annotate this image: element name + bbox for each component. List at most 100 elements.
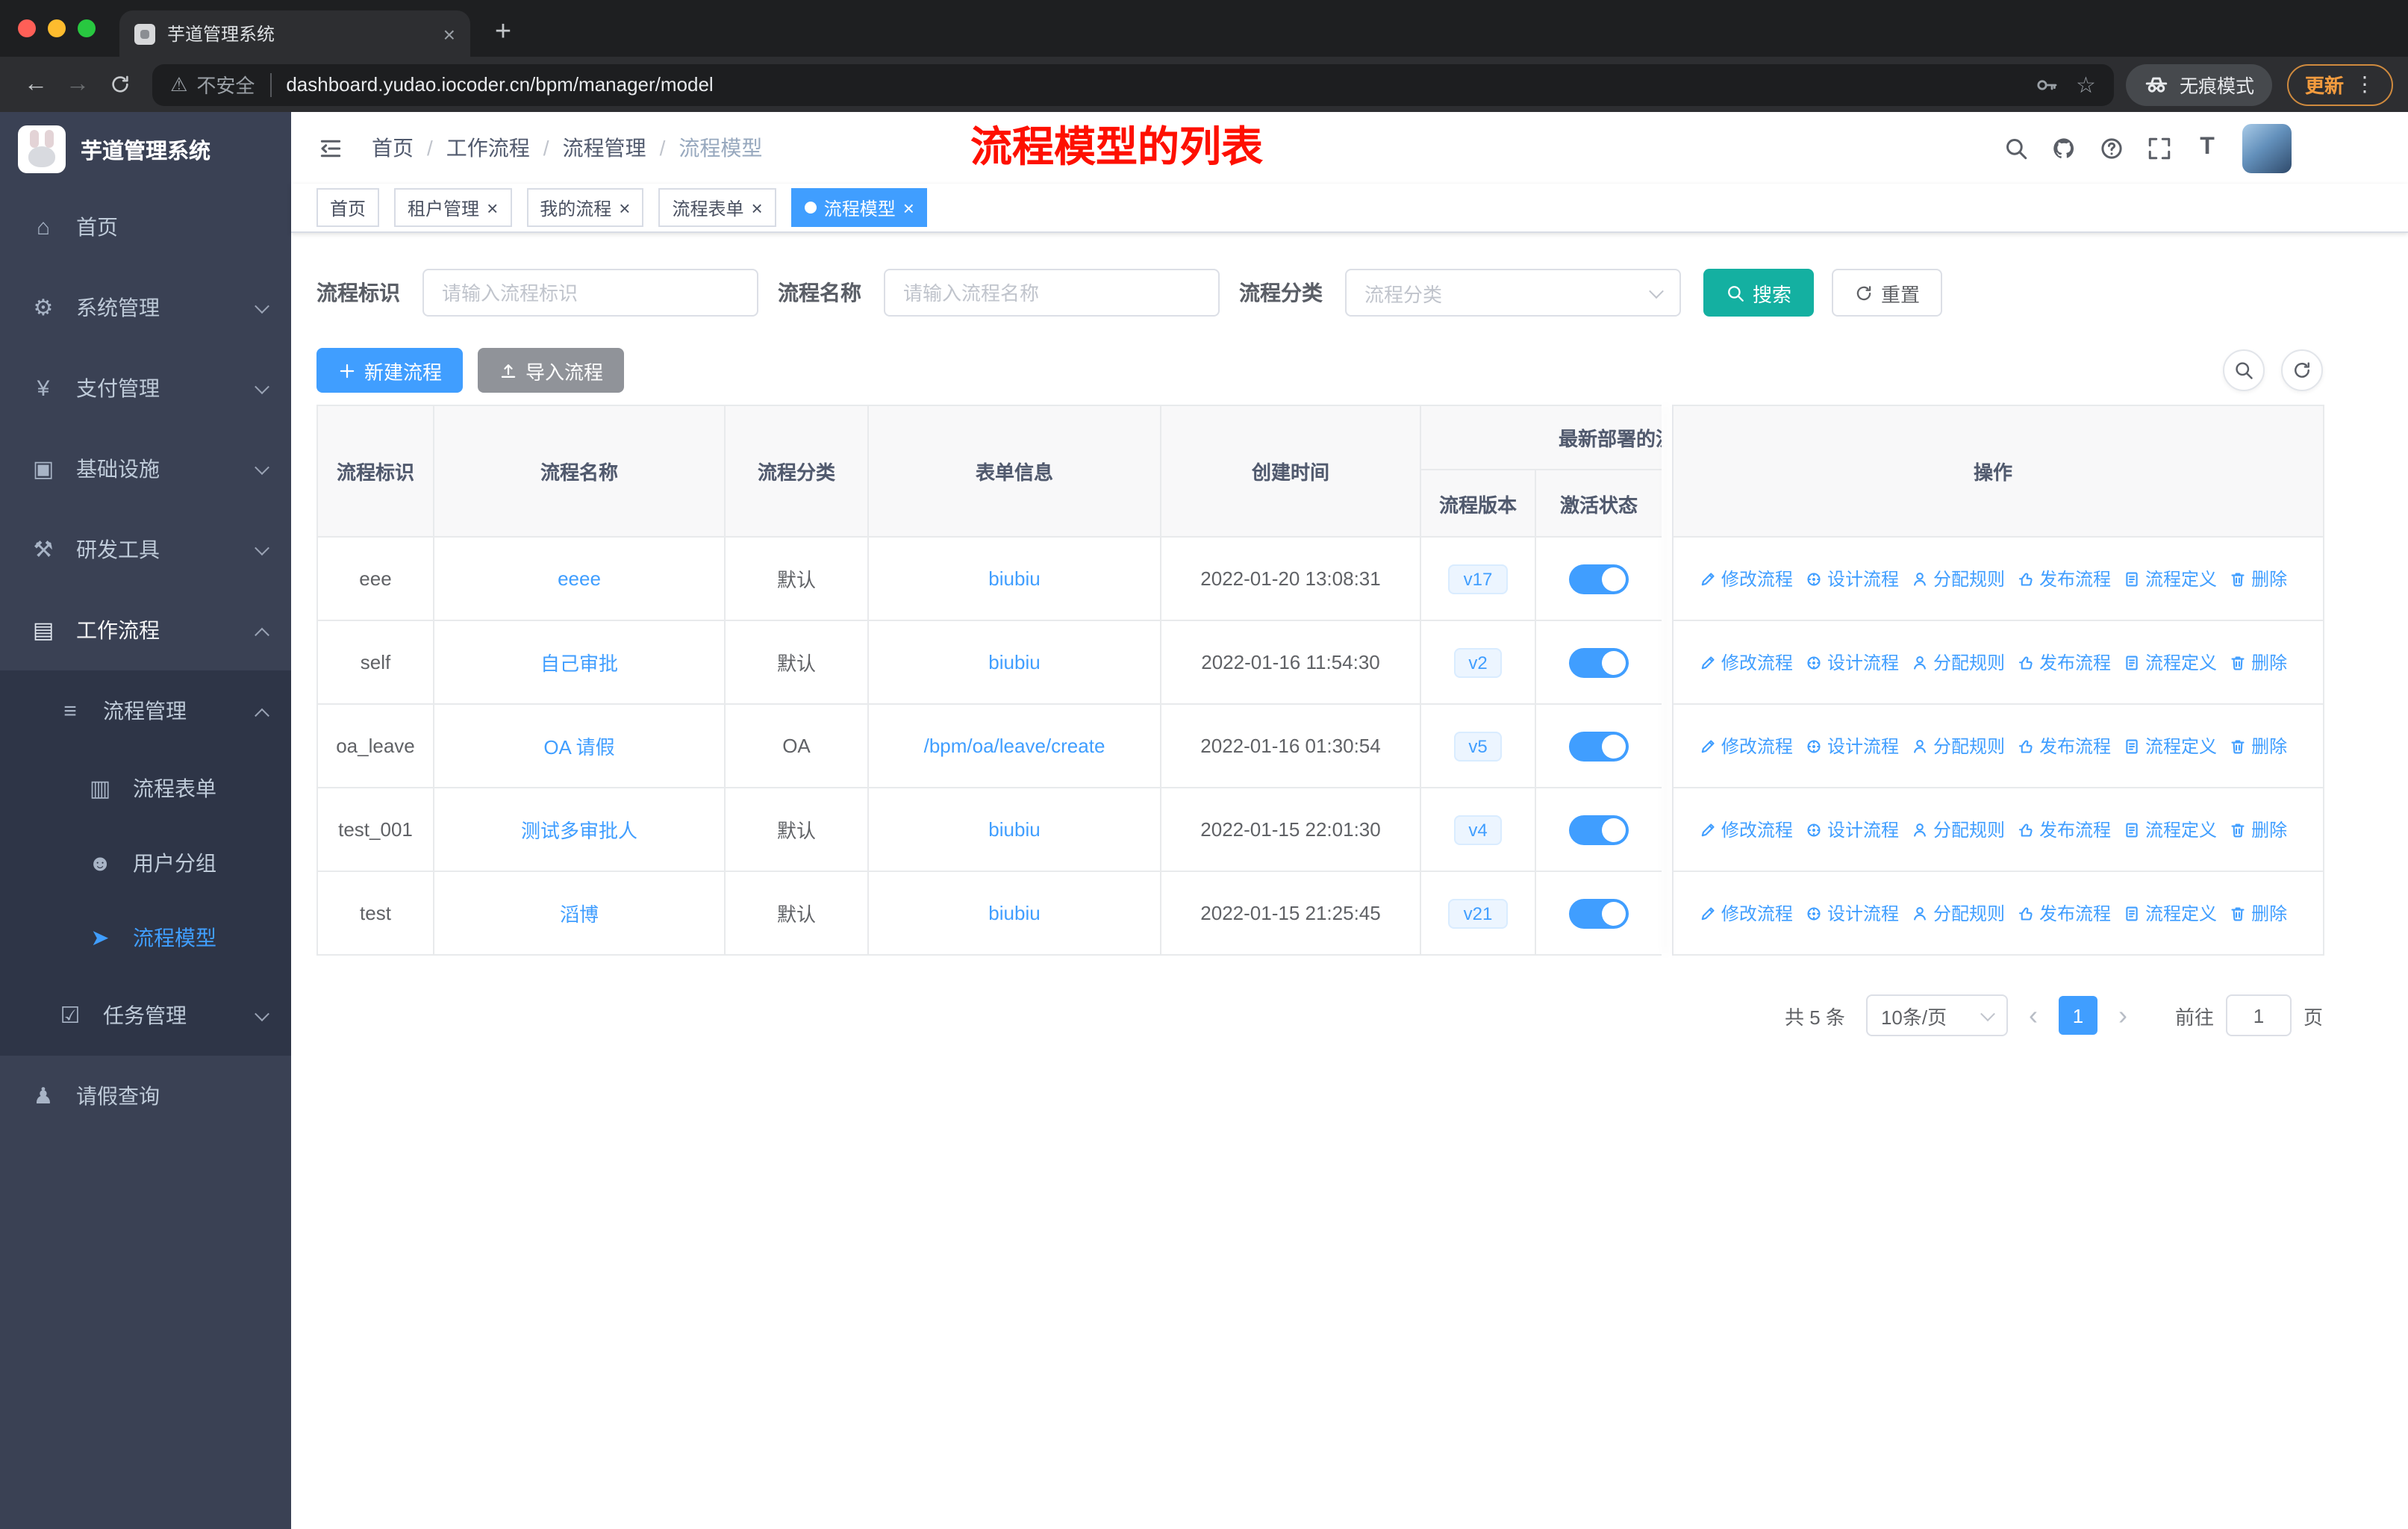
page-size-select[interactable]: 10条/页 xyxy=(1865,994,2008,1036)
action-assign-link[interactable]: 分配规则 xyxy=(1911,650,2005,675)
breadcrumb-home[interactable]: 首页 xyxy=(372,133,414,163)
action-design-link[interactable]: 设计流程 xyxy=(1805,733,1899,759)
tag-process-form[interactable]: 流程表单 × xyxy=(658,188,776,227)
action-publish-link[interactable]: 发布流程 xyxy=(2017,733,2111,759)
refresh-table-button[interactable] xyxy=(2281,349,2323,391)
prev-page-button[interactable]: ‹ xyxy=(2029,1000,2038,1031)
app-logo[interactable]: 芋道管理系统 xyxy=(0,112,291,187)
password-key-icon[interactable] xyxy=(2034,72,2058,96)
sidebar-item-infra[interactable]: ▣ 基础设施 xyxy=(0,429,291,509)
tag-tenant-mgmt[interactable]: 租户管理 × xyxy=(394,188,512,227)
create-process-button[interactable]: 新建流程 xyxy=(316,348,464,393)
window-zoom-button[interactable] xyxy=(78,19,96,37)
action-design-link[interactable]: 设计流程 xyxy=(1805,900,1899,926)
form-info-link[interactable]: biubiu xyxy=(988,567,1040,590)
action-delete-link[interactable]: 删除 xyxy=(2229,566,2287,591)
user-avatar[interactable] xyxy=(2242,123,2292,172)
action-delete-link[interactable]: 删除 xyxy=(2229,650,2287,675)
reload-icon[interactable] xyxy=(99,63,140,105)
form-info-link[interactable]: biubiu xyxy=(988,651,1040,673)
action-delete-link[interactable]: 删除 xyxy=(2229,900,2287,926)
tag-close-icon[interactable]: × xyxy=(903,198,914,217)
forward-icon[interactable]: → xyxy=(57,63,99,105)
process-name-link[interactable]: eeee xyxy=(558,567,601,590)
sidebar-item-process-model[interactable]: ➤ 流程模型 xyxy=(0,900,291,975)
github-icon[interactable] xyxy=(2051,135,2077,161)
process-name-input[interactable] xyxy=(884,269,1220,317)
browser-tab[interactable]: 芋道管理系统 × xyxy=(119,10,470,57)
address-bar[interactable]: ⚠ 不安全 dashboard.yudao.iocoder.cn/bpm/man… xyxy=(152,63,2114,105)
goto-page-input[interactable] xyxy=(2225,994,2292,1036)
form-info-link[interactable]: /bpm/oa/leave/create xyxy=(924,735,1105,757)
sidebar-item-home[interactable]: ⌂ 首页 xyxy=(0,187,291,267)
sidebar-item-task-mgmt[interactable]: ☑ 任务管理 xyxy=(0,975,291,1056)
sidebar-item-system[interactable]: ⚙ 系统管理 xyxy=(0,267,291,348)
action-edit-link[interactable]: 修改流程 xyxy=(1699,566,1793,591)
tag-my-process[interactable]: 我的流程 × xyxy=(526,188,644,227)
update-button[interactable]: 更新 ⋮ xyxy=(2286,63,2393,105)
process-name-link[interactable]: OA 请假 xyxy=(543,736,614,759)
action-edit-link[interactable]: 修改流程 xyxy=(1699,650,1793,675)
tag-home[interactable]: 首页 xyxy=(316,188,380,227)
action-design-link[interactable]: 设计流程 xyxy=(1805,817,1899,842)
sidebar-item-devtools[interactable]: ⚒ 研发工具 xyxy=(0,509,291,590)
sidebar-item-payment[interactable]: ¥ 支付管理 xyxy=(0,348,291,429)
action-assign-link[interactable]: 分配规则 xyxy=(1911,817,2005,842)
help-icon[interactable] xyxy=(2099,135,2124,161)
form-info-link[interactable]: biubiu xyxy=(988,818,1040,841)
bookmark-star-icon[interactable]: ☆ xyxy=(2076,71,2096,98)
font-size-icon[interactable]: T xyxy=(2195,134,2220,161)
fullscreen-icon[interactable] xyxy=(2147,135,2172,161)
process-name-link[interactable]: 测试多审批人 xyxy=(521,820,637,842)
tag-process-model[interactable]: 流程模型 × xyxy=(790,188,928,227)
window-minimize-button[interactable] xyxy=(48,19,66,37)
search-icon[interactable] xyxy=(2003,135,2029,161)
action-publish-link[interactable]: 发布流程 xyxy=(2017,650,2111,675)
action-design-link[interactable]: 设计流程 xyxy=(1805,650,1899,675)
tag-close-icon[interactable]: × xyxy=(487,198,498,217)
action-design-link[interactable]: 设计流程 xyxy=(1805,566,1899,591)
action-assign-link[interactable]: 分配规则 xyxy=(1911,900,2005,926)
sidebar-item-user-group[interactable]: ☻ 用户分组 xyxy=(0,826,291,900)
sidebar-item-workflow[interactable]: ▤ 工作流程 xyxy=(0,590,291,670)
action-define-link[interactable]: 流程定义 xyxy=(2123,650,2217,675)
sidebar-item-process-form[interactable]: ▥ 流程表单 xyxy=(0,751,291,826)
action-delete-link[interactable]: 删除 xyxy=(2229,817,2287,842)
action-define-link[interactable]: 流程定义 xyxy=(2123,817,2217,842)
action-publish-link[interactable]: 发布流程 xyxy=(2017,566,2111,591)
browser-menu-icon[interactable]: ⋮ xyxy=(2354,72,2375,97)
action-delete-link[interactable]: 删除 xyxy=(2229,733,2287,759)
action-assign-link[interactable]: 分配规则 xyxy=(1911,566,2005,591)
action-publish-link[interactable]: 发布流程 xyxy=(2017,900,2111,926)
tag-close-icon[interactable]: × xyxy=(752,198,763,217)
sidebar-item-process-mgmt[interactable]: ≡ 流程管理 xyxy=(0,670,291,751)
active-toggle[interactable] xyxy=(1569,898,1629,928)
page-number-1[interactable]: 1 xyxy=(2058,996,2097,1035)
toggle-search-button[interactable] xyxy=(2223,349,2265,391)
tag-close-icon[interactable]: × xyxy=(619,198,630,217)
process-name-link[interactable]: 自己审批 xyxy=(540,653,618,675)
form-info-link[interactable]: biubiu xyxy=(988,902,1040,924)
tab-close-icon[interactable]: × xyxy=(443,22,455,46)
sidebar-toggle[interactable] xyxy=(309,127,351,169)
category-select[interactable]: 流程分类 xyxy=(1345,269,1681,317)
back-icon[interactable]: ← xyxy=(15,63,57,105)
action-assign-link[interactable]: 分配规则 xyxy=(1911,733,2005,759)
reset-button[interactable]: 重置 xyxy=(1832,269,1943,317)
process-id-input[interactable] xyxy=(422,269,758,317)
action-define-link[interactable]: 流程定义 xyxy=(2123,900,2217,926)
new-tab-button[interactable]: + xyxy=(482,12,524,54)
action-edit-link[interactable]: 修改流程 xyxy=(1699,733,1793,759)
window-close-button[interactable] xyxy=(18,19,36,37)
sidebar-item-leave-query[interactable]: ♟ 请假查询 xyxy=(0,1056,291,1136)
process-name-link[interactable]: 滔博 xyxy=(560,903,599,926)
action-edit-link[interactable]: 修改流程 xyxy=(1699,817,1793,842)
action-define-link[interactable]: 流程定义 xyxy=(2123,733,2217,759)
breadcrumb-process-mgmt[interactable]: 流程管理 xyxy=(563,133,646,163)
search-button[interactable]: 搜索 xyxy=(1703,269,1815,317)
import-process-button[interactable]: 导入流程 xyxy=(478,348,625,393)
active-toggle[interactable] xyxy=(1569,731,1629,761)
active-toggle[interactable] xyxy=(1569,564,1629,594)
next-page-button[interactable]: › xyxy=(2118,1000,2127,1031)
active-toggle[interactable] xyxy=(1569,647,1629,677)
